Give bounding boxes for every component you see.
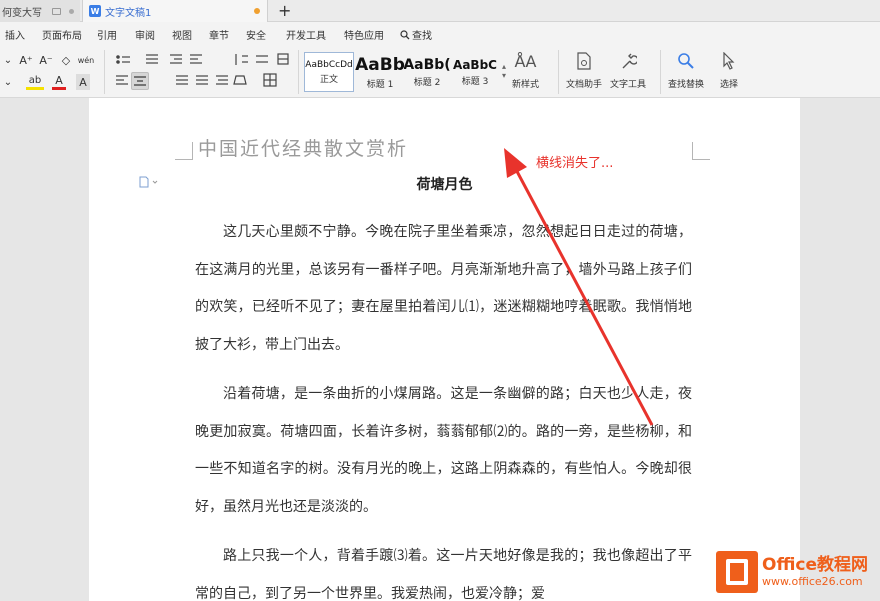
text-tools-button[interactable]: 文字工具 bbox=[610, 50, 646, 90]
phonetic-guide-icon[interactable]: wén bbox=[76, 52, 96, 68]
tab-status-dot bbox=[69, 8, 74, 14]
paragraph-2[interactable]: 沿着荷塘，是一条曲折的小煤屑路。这是一条幽僻的路；白天也少人走，夜晚更加寂寞。荷… bbox=[195, 376, 692, 526]
show-marks-icon bbox=[256, 55, 268, 63]
document-title[interactable]: 荷塘月色 bbox=[89, 174, 800, 194]
style-sample: AaBbCcDd bbox=[305, 59, 353, 70]
search-icon bbox=[400, 29, 410, 39]
bullet-list-icon bbox=[116, 55, 130, 64]
style-normal[interactable]: AaBbCcDd 正文 bbox=[304, 52, 354, 92]
cursor-arrow-icon bbox=[718, 50, 740, 72]
watermark: Office教程网 www.office26.com bbox=[716, 547, 880, 597]
menu-page-layout[interactable]: 页面布局 bbox=[42, 27, 82, 42]
style-label: 标题 1 bbox=[366, 79, 394, 90]
select-label: 选择 bbox=[719, 80, 738, 90]
menu-find-label: 查找 bbox=[412, 31, 432, 42]
shading-icon bbox=[233, 75, 247, 85]
highlight-icon[interactable]: ab bbox=[26, 74, 44, 90]
new-style-icon: ÅA bbox=[514, 51, 537, 71]
style-label: 正文 bbox=[319, 74, 338, 85]
menu-section[interactable]: 章节 bbox=[209, 27, 229, 42]
page-corner-mark bbox=[175, 142, 193, 160]
new-style-button[interactable]: ÅA 新样式 bbox=[512, 50, 540, 91]
select-button[interactable]: 选择 bbox=[718, 50, 740, 90]
find-replace-icon bbox=[675, 50, 697, 72]
menu-developer[interactable]: 开发工具 bbox=[286, 27, 326, 42]
watermark-url: www.office26.com bbox=[762, 575, 863, 588]
tab-active-document[interactable]: W 文字文稿1 bbox=[82, 0, 268, 22]
sort-icon bbox=[235, 54, 248, 65]
align-left-icon bbox=[116, 75, 128, 85]
menu-security[interactable]: 安全 bbox=[246, 27, 266, 42]
ribbon-toolbar: ⌄ A⁺ A⁻ ◇ wén ⌄ ab A A AaBbCcDd 正文 AaBb … bbox=[0, 46, 880, 98]
office-logo-icon bbox=[716, 551, 758, 593]
page-header-text[interactable]: 中国近代经典散文赏析 bbox=[198, 134, 408, 161]
style-sample: AaBb bbox=[355, 54, 405, 75]
doc-helper-button[interactable]: 文档助手 bbox=[566, 50, 602, 90]
wrench-icon bbox=[617, 50, 639, 72]
styles-more-icon[interactable]: ▴ ▾ bbox=[500, 56, 508, 86]
menu-bar: 插入 页面布局 引用 审阅 视图 章节 安全 开发工具 特色应用 查找 bbox=[0, 22, 880, 46]
style-sample: AaBbC bbox=[453, 57, 497, 72]
decrease-font-icon[interactable]: A⁻ bbox=[38, 52, 54, 68]
style-label: 标题 2 bbox=[413, 77, 441, 88]
ribbon-separator bbox=[558, 50, 559, 94]
ribbon-separator bbox=[660, 50, 661, 94]
writer-icon: W bbox=[89, 5, 101, 17]
line-spacing-icon bbox=[216, 75, 228, 85]
menu-review[interactable]: 审阅 bbox=[135, 27, 155, 42]
menu-insert[interactable]: 插入 bbox=[5, 27, 25, 42]
document-canvas: 中国近代经典散文赏析 荷塘月色 这几天心里颇不宁静。今晚在院子里坐着乘凉，忽然想… bbox=[0, 98, 880, 601]
align-center-button[interactable] bbox=[131, 72, 149, 90]
tab-other-document[interactable]: 何变大写 bbox=[0, 0, 80, 22]
tab-bar: 何变大写 W 文字文稿1 + bbox=[0, 0, 880, 22]
decrease-indent-icon bbox=[170, 54, 182, 64]
window-icon bbox=[52, 7, 61, 15]
font-color-dropdown[interactable]: ⌄ bbox=[2, 74, 14, 90]
font-color-icon[interactable]: A bbox=[52, 74, 66, 90]
font-size-dropdown[interactable]: ⌄ bbox=[2, 52, 14, 68]
ribbon-separator bbox=[298, 50, 299, 94]
new-tab-button[interactable]: + bbox=[278, 1, 291, 20]
new-style-label: 新样式 bbox=[512, 80, 540, 90]
paragraph-3[interactable]: 路上只我一个人，背着手踱⑶着。这一片天地好像是我的；我也像超出了平常的自己，到了… bbox=[195, 538, 692, 601]
style-heading-2[interactable]: AaBb( 标题 2 bbox=[404, 52, 450, 92]
find-replace-label: 查找替换 bbox=[668, 80, 705, 90]
clear-format-icon[interactable]: ◇ bbox=[58, 52, 74, 68]
document-page[interactable]: 中国近代经典散文赏析 荷塘月色 这几天心里颇不宁静。今晚在院子里坐着乘凉，忽然想… bbox=[89, 98, 800, 601]
tab-other-title: 何变大写 bbox=[2, 7, 42, 19]
menu-view[interactable]: 视图 bbox=[172, 27, 192, 42]
ribbon-separator bbox=[104, 50, 105, 94]
doc-helper-label: 文档助手 bbox=[566, 80, 603, 90]
find-replace-button[interactable]: 查找替换 bbox=[668, 50, 704, 90]
border-icon bbox=[263, 73, 277, 87]
char-shading-icon[interactable]: A bbox=[76, 74, 90, 90]
style-label: 标题 3 bbox=[461, 76, 489, 87]
unsaved-dot-icon bbox=[254, 8, 260, 14]
menu-special[interactable]: 特色应用 bbox=[344, 27, 384, 42]
numbered-list-icon bbox=[146, 54, 158, 64]
align-justify-icon bbox=[176, 75, 188, 85]
annotation-text: 横线消失了... bbox=[536, 156, 614, 171]
page-corner-mark bbox=[692, 142, 710, 160]
distributed-icon bbox=[196, 75, 208, 85]
increase-font-icon[interactable]: A⁺ bbox=[18, 52, 34, 68]
align-center-icon bbox=[134, 76, 146, 86]
increase-indent-icon bbox=[190, 54, 202, 64]
style-heading-3[interactable]: AaBbC 标题 3 bbox=[452, 52, 498, 92]
table-line-icon bbox=[277, 53, 289, 65]
document-helper-icon bbox=[573, 50, 595, 72]
watermark-brand: Office教程网 bbox=[762, 555, 869, 575]
text-tools-label: 文字工具 bbox=[610, 80, 647, 90]
style-sample: AaBb( bbox=[404, 56, 450, 73]
tab-active-title: 文字文稿1 bbox=[105, 7, 152, 19]
menu-find[interactable]: 查找 bbox=[400, 27, 432, 42]
menu-references[interactable]: 引用 bbox=[97, 27, 117, 42]
style-heading-1[interactable]: AaBb 标题 1 bbox=[355, 52, 405, 92]
paragraph-1[interactable]: 这几天心里颇不宁静。今晚在院子里坐着乘凉，忽然想起日日走过的荷塘，在这满月的光里… bbox=[195, 214, 692, 364]
